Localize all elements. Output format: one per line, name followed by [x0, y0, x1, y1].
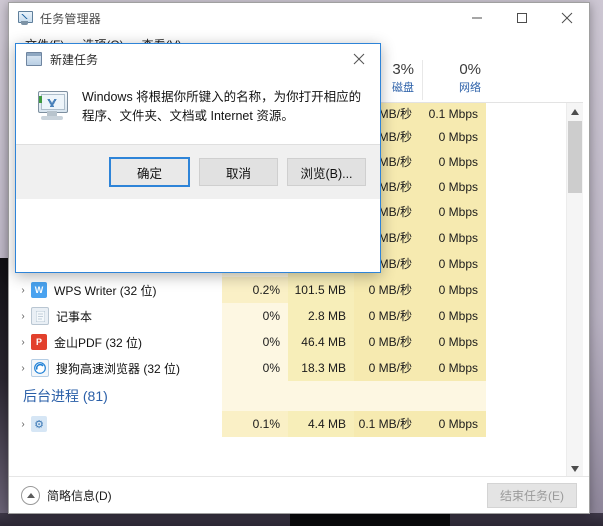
dialog-button-bar: 确定 取消 浏览(B)... — [16, 144, 380, 199]
kingsoft-pdf-glyph: P — [35, 337, 42, 347]
cell-memory: 46.4 MB — [288, 329, 354, 355]
kingsoft-pdf-icon: P — [31, 334, 47, 350]
cell-network: 0 Mbps — [420, 200, 486, 225]
process-name-cell[interactable]: › ⚙ — [15, 416, 222, 432]
end-task-button[interactable]: 结束任务(E) — [487, 482, 577, 508]
maximize-icon[interactable] — [499, 3, 544, 33]
status-bar: 简略信息(D) 结束任务(E) — [9, 476, 589, 513]
chevron-up-icon — [21, 485, 40, 505]
gear-glyph: ⚙ — [34, 418, 44, 431]
desktop-window-edge — [290, 512, 450, 526]
process-name: 金山PDF (32 位) — [54, 335, 143, 350]
process-name: 记事本 — [56, 309, 93, 324]
cell-cpu: 0.1% — [222, 411, 288, 437]
table-row[interactable]: › 搜狗高速浏览器 (32 位) 0% 18.3 MB 0 MB/秒 0 Mbp… — [15, 355, 583, 381]
cell-network: 0 Mbps — [420, 175, 486, 200]
scroll-up-arrow[interactable] — [567, 103, 583, 120]
cancel-button[interactable]: 取消 — [199, 158, 278, 186]
wps-writer-glyph: W — [34, 285, 44, 295]
cell-memory: 101.5 MB — [288, 277, 354, 303]
new-task-dialog: 新建任务 Windows 将根据你所键入的名称，为你打开相应的程序、文件夹、文档… — [15, 43, 381, 273]
expander-icon[interactable]: › — [15, 311, 31, 322]
network-total-pct: 0% — [459, 61, 481, 78]
cell-network: 0 Mbps — [420, 125, 486, 150]
cell-cpu: 0.2% — [222, 277, 288, 303]
dialog-title-bar: 新建任务 — [16, 44, 380, 74]
table-row[interactable]: › W WPS Writer (32 位) 0.2% 101.5 MB 0 MB… — [15, 277, 583, 303]
group-label: 后台进程 (81) — [23, 388, 108, 404]
task-manager-monitor-icon — [36, 90, 70, 122]
ok-button[interactable]: 确定 — [109, 157, 190, 187]
expander-icon[interactable]: › — [15, 285, 31, 296]
cell-network: 0 Mbps — [420, 225, 486, 251]
expander-icon[interactable]: › — [15, 363, 31, 374]
column-header-network[interactable]: 0% 网络 — [422, 60, 489, 100]
sogou-browser-icon — [31, 359, 49, 377]
cell-disk: 0 MB/秒 — [354, 277, 420, 303]
network-label: 网络 — [459, 82, 481, 94]
cell-network: 0.1 Mbps — [420, 103, 486, 125]
cell-memory: 4.4 MB — [288, 411, 354, 437]
window-title: 任务管理器 — [40, 11, 102, 26]
cell-disk: 0 MB/秒 — [354, 355, 420, 381]
cell-cpu: 0% — [222, 355, 288, 381]
vertical-scrollbar[interactable] — [566, 103, 583, 477]
table-row[interactable]: › ⚙ 0.1% 4.4 MB 0.1 MB/秒 0 Mbps — [15, 411, 583, 437]
process-name: WPS Writer (32 位) — [54, 283, 157, 298]
cell-network: 0 Mbps — [420, 251, 486, 277]
process-name: 搜狗高速浏览器 (32 位) — [56, 361, 181, 376]
dialog-close-icon[interactable] — [338, 44, 380, 74]
process-name-cell[interactable]: › 记事本 — [15, 307, 222, 325]
dialog-title: 新建任务 — [50, 52, 99, 67]
cell-network: 0 Mbps — [420, 411, 486, 437]
cell-disk: 0 MB/秒 — [354, 329, 420, 355]
dialog-body: Windows 将根据你所键入的名称，为你打开相应的程序、文件夹、文档或 Int… — [16, 74, 380, 199]
dialog-description: Windows 将根据你所键入的名称，为你打开相应的程序、文件夹、文档或 Int… — [82, 90, 362, 123]
window-controls — [454, 3, 589, 33]
close-icon[interactable] — [544, 3, 589, 33]
scrollbar-thumb[interactable] — [568, 121, 582, 193]
scroll-down-arrow[interactable] — [567, 460, 583, 477]
cell-network: 0 Mbps — [420, 329, 486, 355]
table-row[interactable]: › 记事本 0% 2.8 MB 0 MB/秒 0 Mbps — [15, 303, 583, 329]
browse-button[interactable]: 浏览(B)... — [287, 158, 366, 186]
process-name-cell[interactable]: › 搜狗高速浏览器 (32 位) — [15, 359, 222, 377]
cell-network: 0 Mbps — [420, 150, 486, 175]
cell-memory: 2.8 MB — [288, 303, 354, 329]
cell-cpu: 0% — [222, 303, 288, 329]
cell-cpu: 0% — [222, 329, 288, 355]
process-name-cell[interactable]: › P 金山PDF (32 位) — [15, 334, 222, 351]
cell-memory: 18.3 MB — [288, 355, 354, 381]
cell-disk: 0.1 MB/秒 — [354, 411, 420, 437]
expander-icon[interactable]: › — [15, 419, 31, 430]
fewer-details-label: 简略信息(D) — [47, 488, 112, 503]
new-task-window-icon — [26, 52, 42, 66]
fewer-details-button[interactable]: 简略信息(D) — [21, 485, 112, 505]
cell-disk: 0 MB/秒 — [354, 303, 420, 329]
process-name-cell[interactable]: › W WPS Writer (32 位) — [15, 282, 222, 299]
cell-network: 0 Mbps — [420, 303, 486, 329]
notepad-icon — [31, 307, 49, 325]
dialog-description-row: Windows 将根据你所键入的名称，为你打开相应的程序、文件夹、文档或 Int… — [16, 78, 380, 126]
cell-network: 0 Mbps — [420, 355, 486, 381]
table-row[interactable]: › P 金山PDF (32 位) 0% 46.4 MB 0 MB/秒 0 Mbp… — [15, 329, 583, 355]
wps-writer-icon: W — [31, 282, 47, 298]
expander-icon[interactable]: › — [15, 337, 31, 348]
task-manager-icon — [17, 10, 33, 26]
minimize-icon[interactable] — [454, 3, 499, 33]
process-group-row[interactable]: 后台进程 (81) — [15, 381, 583, 411]
title-bar: 任务管理器 — [9, 3, 589, 33]
cell-network: 0 Mbps — [420, 277, 486, 303]
gear-icon: ⚙ — [31, 416, 47, 432]
